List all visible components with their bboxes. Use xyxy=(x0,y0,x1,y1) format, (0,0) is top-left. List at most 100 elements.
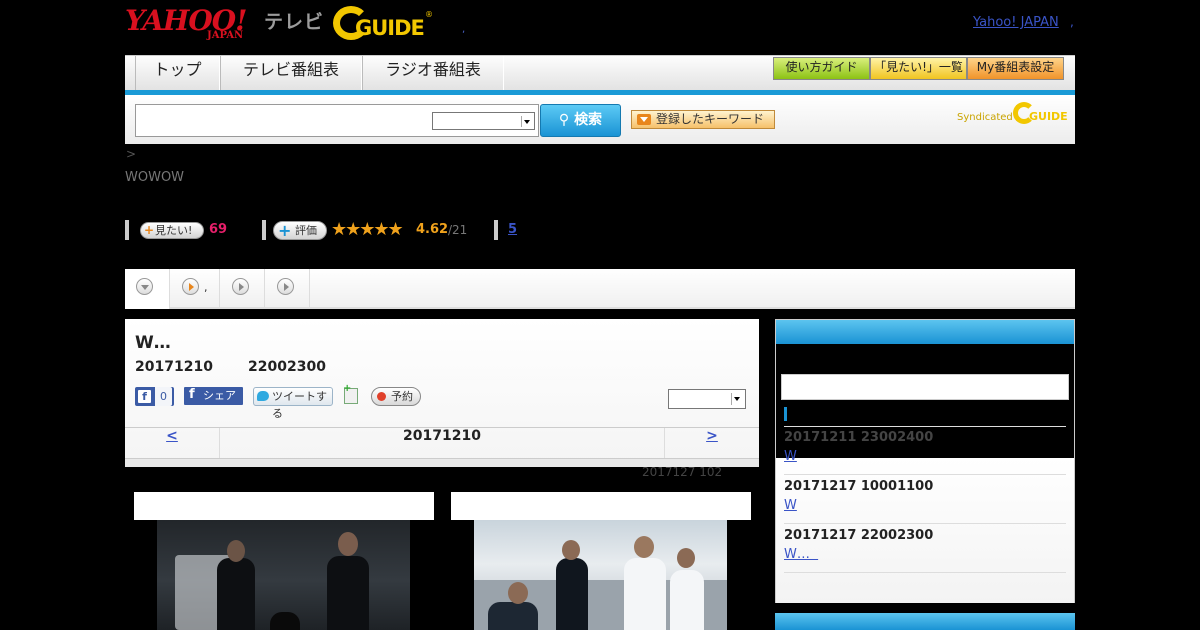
reviews-link[interactable]: 5 xyxy=(508,222,517,237)
syndicated-logo-text: GUIDE xyxy=(1029,110,1068,123)
twitter-bird-icon xyxy=(257,391,269,401)
facebook-like-button[interactable]: f 0 xyxy=(135,387,174,406)
program-date: 20171210 xyxy=(135,359,213,375)
syndicated-gguide-logo: GUIDE xyxy=(1013,102,1068,126)
japan-logo-text: JAPAN xyxy=(207,30,244,41)
saved-keywords-button[interactable]: 登録したキーワード xyxy=(631,110,775,129)
divider xyxy=(784,523,1066,524)
channel-name: WOWOW xyxy=(125,170,185,185)
search-icon: ⚲ xyxy=(558,112,575,128)
tv-logo-text[interactable]: テレビ xyxy=(264,7,324,34)
facebook-icon: f xyxy=(189,387,195,402)
photo-figure xyxy=(327,556,369,630)
facebook-share-button[interactable]: f シェア xyxy=(184,387,243,405)
play-arrow-icon xyxy=(182,278,199,295)
plus-icon: + xyxy=(278,221,292,240)
broadcast-link[interactable]: W… xyxy=(784,547,818,562)
main-nav-bar: トップ テレビ番組表 ラジオ番組表 使い方ガイド 「見たい!」一覧 My番組表設… xyxy=(125,55,1075,91)
usage-guide-button[interactable]: 使い方ガイド xyxy=(773,57,870,80)
broadcast-link[interactable]: W xyxy=(784,449,797,464)
program-meta: 2017127 102 xyxy=(642,465,723,479)
scene-photo[interactable] xyxy=(474,520,727,630)
tweet-button[interactable]: ツイートする xyxy=(253,387,333,420)
record-reserve-label: 予約 xyxy=(391,390,413,403)
broadcast-datetime: 20171217 22002300 xyxy=(784,528,934,543)
tab-program-info[interactable] xyxy=(125,269,170,309)
saved-keywords-label: 登録したキーワード xyxy=(656,112,765,126)
star-rating-icon: ★★★★★ xyxy=(331,219,404,240)
search-bar: ⚲ 検索 登録したキーワード Syndicated GUIDE xyxy=(125,95,1075,144)
photo-head xyxy=(508,582,528,604)
rate-label: 評価 xyxy=(295,224,317,237)
chevron-down-icon xyxy=(521,116,532,127)
play-arrow-icon xyxy=(232,278,249,295)
photo-head xyxy=(677,548,695,568)
breadcrumb[interactable]: > xyxy=(126,147,136,161)
search-button-label: 検索 xyxy=(574,112,603,128)
previous-date-link[interactable]: < xyxy=(125,428,220,458)
facebook-icon: f xyxy=(138,390,151,403)
divider xyxy=(494,220,498,240)
broadcast-datetime: 20171217 10001100 xyxy=(784,479,934,494)
want-to-watch-button[interactable]: + 見たい! xyxy=(140,222,204,239)
tab-section-3[interactable] xyxy=(220,269,265,307)
divider xyxy=(784,426,1066,427)
sidebar-search-input[interactable] xyxy=(781,374,1069,400)
want-to-watch-label: 見たい! xyxy=(155,224,193,237)
scene-photo[interactable] xyxy=(157,520,410,630)
tab-top[interactable]: トップ xyxy=(135,56,220,90)
photo-head xyxy=(634,536,654,558)
section-tabs: , xyxy=(125,269,1075,309)
photo-head xyxy=(562,540,580,560)
tab-section-4[interactable] xyxy=(265,269,310,307)
sidebar-section-header xyxy=(775,613,1075,630)
photo-figure xyxy=(670,570,704,630)
record-dot-icon xyxy=(377,392,386,401)
broadcast-link[interactable]: W xyxy=(784,498,797,513)
photo-figure xyxy=(556,558,588,630)
yahoo-japan-link-trail: , xyxy=(1070,15,1074,29)
syndicated-text: Syndicated xyxy=(957,112,1013,123)
yahoo-japan-logo[interactable]: YAHOO! JAPAN xyxy=(125,4,261,42)
program-title: W… xyxy=(135,333,171,353)
next-date-link[interactable]: > xyxy=(664,428,759,458)
photo-head xyxy=(338,532,358,556)
rating-count: /21 xyxy=(448,223,468,237)
photo-head xyxy=(227,540,245,562)
registered-mark: ® xyxy=(425,10,433,19)
sidebar-broadcast-schedule: 20171211 23002400 W 20171217 10001100 W … xyxy=(775,319,1075,603)
photo-figure xyxy=(270,612,300,630)
tab-tv-listings[interactable]: テレビ番組表 xyxy=(220,56,362,90)
yahoo-japan-link[interactable]: Yahoo! JAPAN xyxy=(973,15,1059,30)
tab-radio-listings[interactable]: ラジオ番組表 xyxy=(362,56,504,90)
plus-icon: + xyxy=(144,223,155,237)
tab-section-2[interactable]: , xyxy=(170,269,220,307)
add-calendar-icon[interactable] xyxy=(343,383,358,404)
image-card-caption xyxy=(134,492,434,520)
image-card-caption xyxy=(451,492,751,520)
section-marker xyxy=(784,407,787,421)
page: YAHOO! JAPAN テレビ GUIDE ® , Yahoo! JAPAN … xyxy=(0,0,1200,630)
divider xyxy=(784,474,1066,475)
divider xyxy=(125,220,129,240)
gguide-logo-text: GUIDE xyxy=(355,16,425,40)
my-listings-settings-button[interactable]: My番組表設定 xyxy=(967,57,1064,80)
rate-button[interactable]: + 評価 xyxy=(273,221,327,240)
chevron-down-icon xyxy=(731,393,743,405)
facebook-like-count: 0 xyxy=(155,387,172,406)
facebook-share-label: シェア xyxy=(203,389,236,402)
search-scope-select[interactable] xyxy=(432,112,535,130)
divider xyxy=(262,220,266,240)
rating-score: 4.62 xyxy=(416,222,449,237)
dropdown-arrow-icon xyxy=(637,114,651,125)
tweet-label: ツイートする xyxy=(272,390,327,420)
search-button[interactable]: ⚲ 検索 xyxy=(540,104,621,137)
watchlist-button[interactable]: 「見たい!」一覧 xyxy=(870,57,967,80)
header-separator: , xyxy=(462,24,466,35)
gguide-logo[interactable]: GUIDE ® xyxy=(333,6,433,42)
photo-figure xyxy=(624,558,666,630)
program-select[interactable] xyxy=(668,389,746,409)
photo-figure xyxy=(488,602,538,630)
record-reserve-button[interactable]: 予約 xyxy=(371,387,421,406)
photo-figure xyxy=(217,558,255,630)
